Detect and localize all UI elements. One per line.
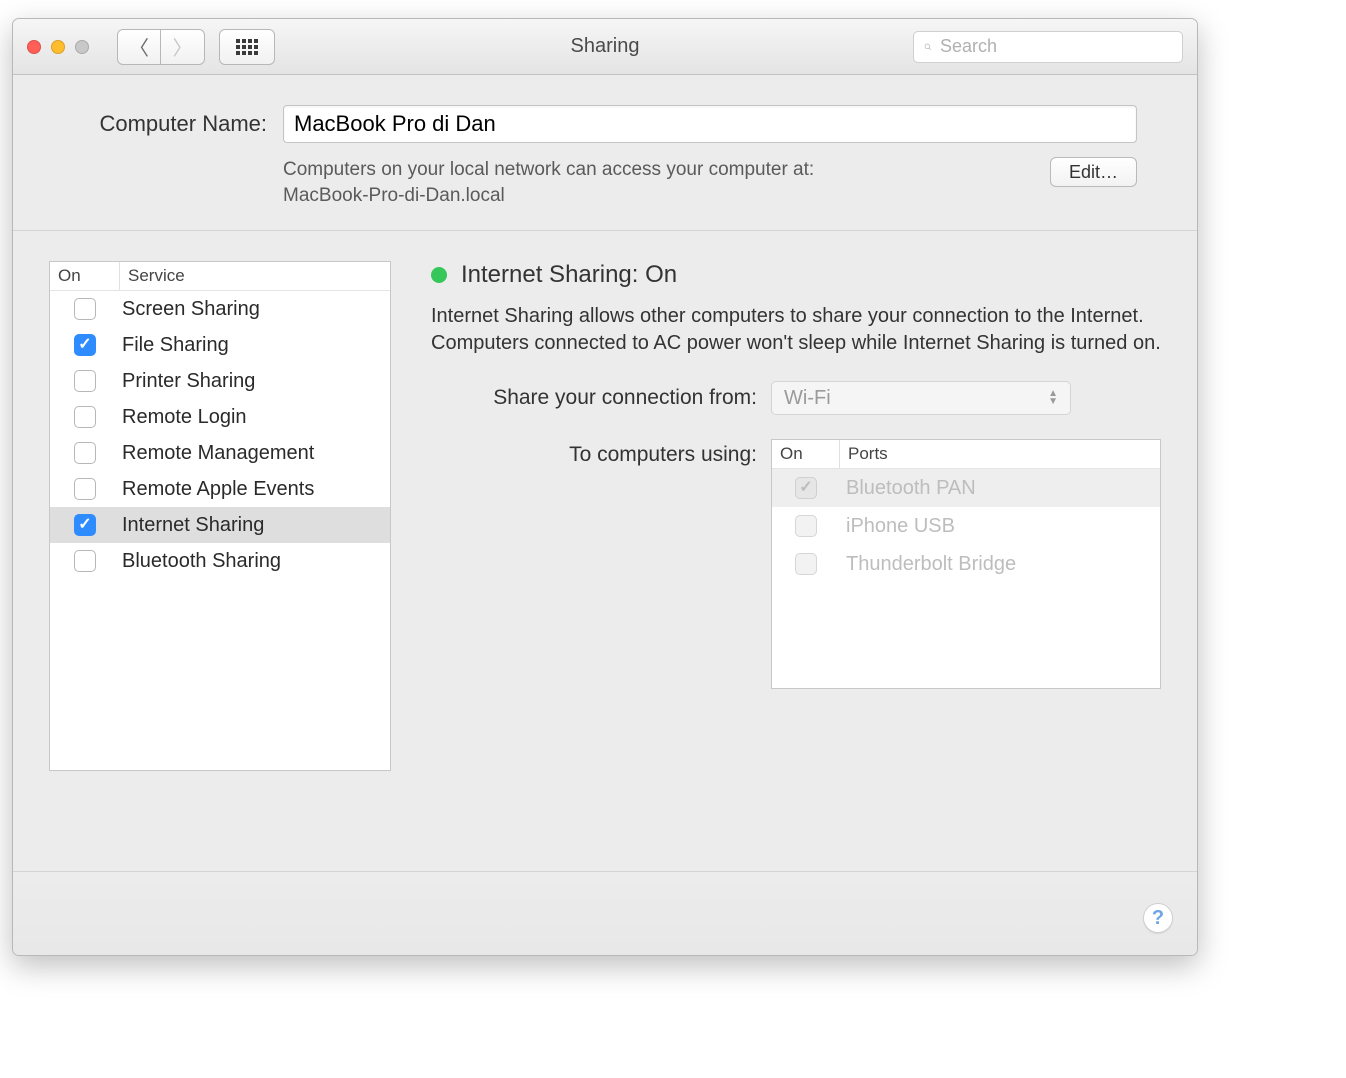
- close-window-button[interactable]: [27, 40, 41, 54]
- hostname-hint-line2: MacBook-Pro-di-Dan.local: [283, 185, 505, 206]
- help-button[interactable]: ?: [1143, 903, 1173, 933]
- port-label: Thunderbolt Bridge: [840, 553, 1016, 576]
- footer: ?: [13, 871, 1197, 955]
- service-row[interactable]: Internet Sharing: [50, 507, 390, 543]
- service-row[interactable]: Screen Sharing: [50, 291, 390, 327]
- service-checkbox[interactable]: [74, 406, 96, 428]
- forward-button[interactable]: 〉: [161, 29, 205, 65]
- body: On Service Screen Sharing File Sharing Pri…: [13, 231, 1197, 871]
- chevron-left-icon: 〈: [129, 32, 149, 61]
- service-checkbox[interactable]: [74, 550, 96, 572]
- services-table: On Service Screen Sharing File Sharing Pri…: [49, 261, 391, 771]
- service-label: Remote Apple Events: [120, 478, 314, 501]
- port-label: Bluetooth PAN: [840, 477, 976, 500]
- port-label: iPhone USB: [840, 515, 955, 538]
- status-indicator-icon: [431, 267, 447, 283]
- zoom-window-button[interactable]: [75, 40, 89, 54]
- service-row[interactable]: Remote Management: [50, 435, 390, 471]
- ports-header-on: On: [772, 440, 840, 468]
- share-from-dropdown[interactable]: Wi-Fi ▲▼: [771, 381, 1071, 415]
- dropdown-arrows-icon: ▲▼: [1048, 390, 1058, 406]
- nav-buttons: 〈 〉: [117, 29, 205, 65]
- service-description: Internet Sharing allows other computers …: [431, 303, 1161, 357]
- computer-name-section: Computer Name: Computers on your local n…: [13, 75, 1197, 231]
- computer-name-label: Computer Name:: [73, 111, 283, 137]
- service-checkbox[interactable]: [74, 298, 96, 320]
- port-checkbox[interactable]: [795, 553, 817, 575]
- service-checkbox[interactable]: [74, 514, 96, 536]
- computer-name-input[interactable]: [283, 105, 1137, 143]
- ports-header-ports: Ports: [840, 440, 896, 468]
- help-icon: ?: [1152, 907, 1164, 930]
- edit-hostname-button[interactable]: Edit…: [1050, 157, 1137, 187]
- service-checkbox[interactable]: [74, 442, 96, 464]
- port-row[interactable]: Thunderbolt Bridge: [772, 545, 1160, 583]
- back-button[interactable]: 〈: [117, 29, 161, 65]
- service-row[interactable]: Bluetooth Sharing: [50, 543, 390, 579]
- service-row[interactable]: File Sharing: [50, 327, 390, 363]
- sharing-preferences-window: 〈 〉 Sharing Computer Name:: [12, 18, 1198, 956]
- ports-table: On Ports Bluetooth PAN iPhone USB Thunderb…: [771, 439, 1161, 689]
- search-icon: [924, 39, 932, 55]
- computer-hostname-hint: Computers on your local network can acce…: [283, 157, 1050, 208]
- chevron-right-icon: 〉: [173, 32, 193, 61]
- share-from-label: Share your connection from:: [431, 386, 771, 410]
- status-text: Internet Sharing: On: [461, 261, 677, 289]
- service-label: Remote Login: [120, 406, 247, 429]
- port-checkbox[interactable]: [795, 515, 817, 537]
- minimize-window-button[interactable]: [51, 40, 65, 54]
- service-label: File Sharing: [120, 334, 229, 357]
- service-label: Bluetooth Sharing: [120, 550, 281, 573]
- service-row[interactable]: Printer Sharing: [50, 363, 390, 399]
- services-header-service: Service: [120, 262, 193, 290]
- service-checkbox[interactable]: [74, 370, 96, 392]
- service-label: Internet Sharing: [120, 514, 264, 537]
- services-header: On Service: [50, 262, 390, 291]
- service-row[interactable]: Remote Login: [50, 399, 390, 435]
- window-title: Sharing: [571, 35, 640, 58]
- service-detail-panel: Internet Sharing: On Internet Sharing al…: [431, 261, 1161, 871]
- show-all-button[interactable]: [219, 29, 275, 65]
- service-label: Remote Management: [120, 442, 314, 465]
- service-row[interactable]: Remote Apple Events: [50, 471, 390, 507]
- port-row[interactable]: Bluetooth PAN: [772, 469, 1160, 507]
- service-label: Screen Sharing: [120, 298, 260, 321]
- service-label: Printer Sharing: [120, 370, 255, 393]
- hostname-hint-line1: Computers on your local network can acce…: [283, 159, 814, 180]
- search-field-container[interactable]: [913, 31, 1183, 63]
- search-input[interactable]: [940, 36, 1172, 57]
- ports-header: On Ports: [772, 440, 1160, 469]
- to-computers-using-label: To computers using:: [431, 439, 771, 467]
- share-from-selected: Wi-Fi: [784, 387, 831, 410]
- port-row[interactable]: iPhone USB: [772, 507, 1160, 545]
- status-row: Internet Sharing: On: [431, 261, 1161, 289]
- service-checkbox[interactable]: [74, 478, 96, 500]
- service-checkbox[interactable]: [74, 334, 96, 356]
- window-controls: [27, 40, 89, 54]
- titlebar: 〈 〉 Sharing: [13, 19, 1197, 75]
- port-checkbox[interactable]: [795, 477, 817, 499]
- services-header-on: On: [50, 262, 120, 290]
- grid-icon: [236, 39, 258, 55]
